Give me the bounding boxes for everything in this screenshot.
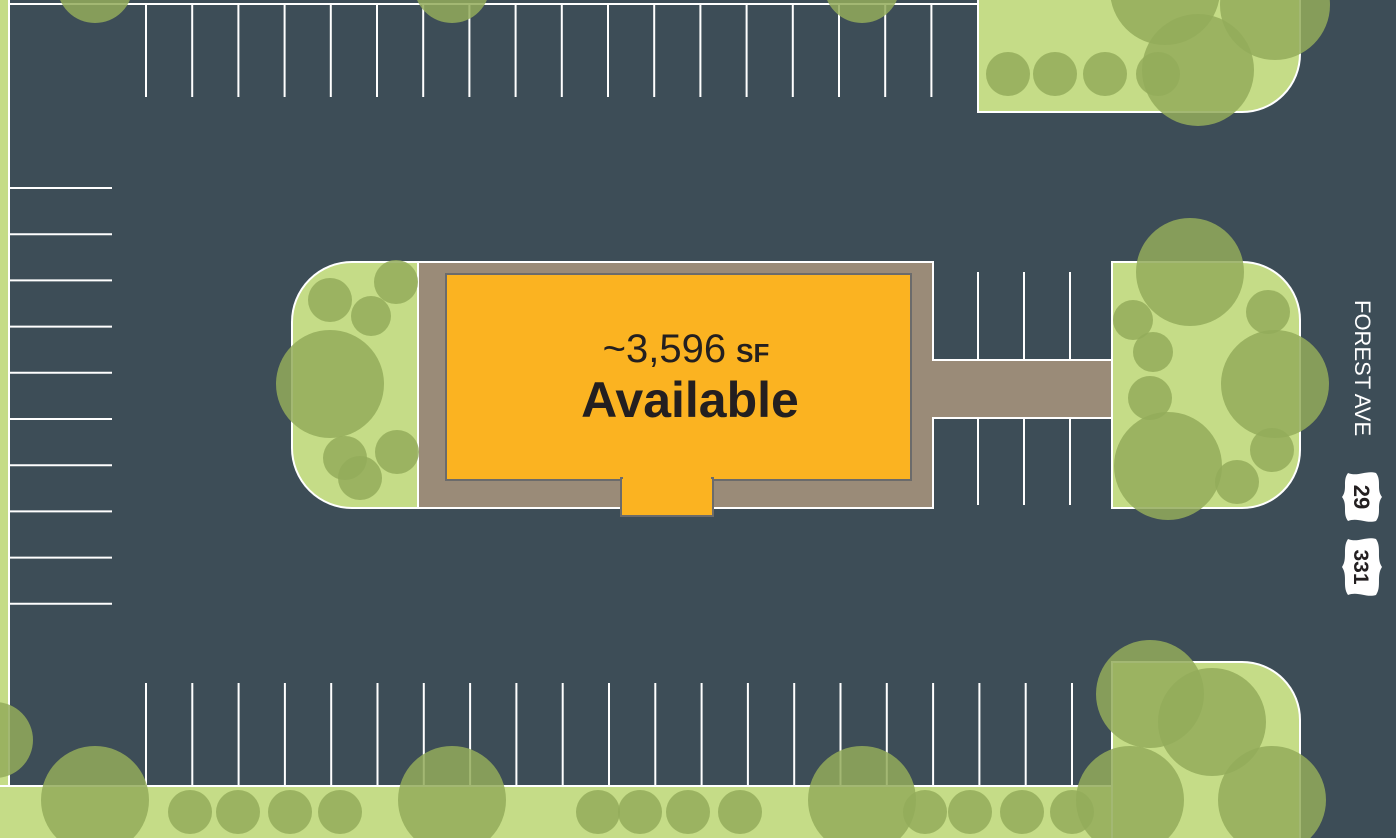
tree-canopy-icon (308, 278, 352, 322)
tree-canopy-icon (718, 790, 762, 834)
tree-canopy-icon (216, 790, 260, 834)
tree-canopy-icon (1083, 52, 1127, 96)
tree-canopy-icon (1136, 52, 1180, 96)
tree-canopy-icon (948, 790, 992, 834)
route-shield-331: 331 (1342, 538, 1382, 596)
parking-stripes-bottom (145, 683, 1073, 786)
tree-canopy-icon (168, 790, 212, 834)
tree-canopy-icon (276, 330, 384, 438)
tree-canopy-icon (903, 790, 947, 834)
street-name-label: FOREST AVE (1350, 300, 1375, 436)
tree-canopy-icon (1033, 52, 1077, 96)
tree-canopy-icon (1133, 332, 1173, 372)
tree-canopy-icon (375, 430, 419, 474)
tree-canopy-icon (1114, 412, 1222, 520)
tree-canopy-icon (666, 790, 710, 834)
tree-canopy-icon (1250, 428, 1294, 472)
unit-size-value: ~3,596 (603, 327, 726, 371)
tree-canopy-icon (1221, 330, 1329, 438)
tree-canopy-icon (986, 52, 1030, 96)
route-shield-29: 29 (1342, 472, 1382, 522)
tree-canopy-icon (318, 790, 362, 834)
tree-canopy-icon (268, 790, 312, 834)
tree-canopy-icon (576, 790, 620, 834)
tree-canopy-icon (1215, 460, 1259, 504)
svg-text:331: 331 (1349, 549, 1372, 584)
svg-text:29: 29 (1349, 485, 1374, 509)
site-plan-map: ~3,596 SF Available FOREST AVE 29 331 (0, 0, 1396, 838)
tree-canopy-icon (618, 790, 662, 834)
tree-canopy-icon (1000, 790, 1044, 834)
tree-canopy-icon (1246, 290, 1290, 334)
tree-canopy-icon (351, 296, 391, 336)
tree-canopy-icon (374, 260, 418, 304)
tree-canopy-icon (1136, 218, 1244, 326)
unit-size-unit: SF (736, 338, 769, 368)
unit-status-label: Available (581, 372, 799, 428)
tree-canopy-icon (338, 456, 382, 500)
